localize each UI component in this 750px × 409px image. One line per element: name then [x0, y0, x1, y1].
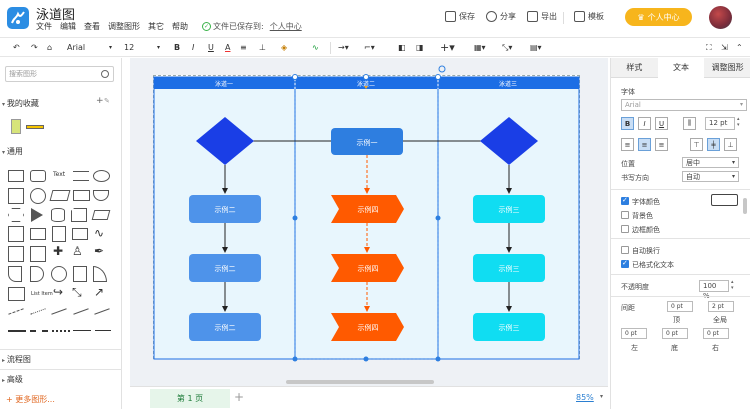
node-mid-1-label: 示例四 [358, 205, 379, 214]
spacing-left-label: 左 [631, 344, 638, 352]
direction-select[interactable]: 自动 ▾ [682, 171, 739, 182]
direction-value: 自动 [686, 173, 700, 181]
page-bar: 第 1 页 + 85% ▾ [130, 386, 608, 409]
chevron-down-icon: ▾ [739, 101, 743, 108]
font-color-swatch[interactable] [711, 194, 738, 206]
node-left-2-label: 示例二 [215, 264, 236, 273]
rotate-handle[interactable] [438, 65, 446, 73]
chevron-down-icon: ▾ [731, 173, 735, 180]
divider [611, 296, 750, 297]
lane-1-title[interactable]: 泳道一 [215, 80, 233, 88]
resize-handle[interactable] [435, 74, 441, 80]
align-left-button[interactable]: ≡ [621, 138, 634, 151]
align-center-button[interactable]: ≡ [638, 138, 651, 151]
page-tab-1[interactable]: 第 1 页 [150, 389, 230, 408]
position-value: 居中 [686, 159, 700, 167]
align-right-button[interactable]: ≡ [655, 138, 668, 151]
resize-handle[interactable] [292, 74, 298, 80]
stepper-icon[interactable]: ▴ ▾ [737, 116, 740, 128]
spacing-global-label: 全局 [713, 316, 727, 324]
auto-wrap-checkbox[interactable] [621, 246, 629, 254]
valign-top-button[interactable]: ⊤ [690, 138, 703, 151]
app-window: 泳道图 文件 编辑 查看 调整图形 其它 帮助 ✓ 文件已保存到: 个人中心 保… [0, 0, 750, 409]
node-left-3-label: 示例二 [215, 323, 236, 332]
spacing-top-input[interactable]: 0 pt [667, 301, 693, 312]
resize-handle[interactable] [363, 356, 369, 362]
font-color-checkbox[interactable] [621, 196, 629, 205]
chevron-down-icon[interactable]: ▾ [600, 393, 603, 400]
node-right-1-label: 示例三 [499, 205, 520, 214]
zoom-level[interactable]: 85% [576, 393, 594, 402]
valign-bottom-button[interactable]: ⊥ [724, 138, 737, 151]
opacity-input[interactable]: 100 % [699, 280, 729, 300]
stepper-icon[interactable]: ▴ ▾ [731, 279, 734, 291]
spacing-top-label: 顶 [673, 316, 680, 324]
chevron-down-icon: ▾ [731, 159, 735, 166]
spacing-bottom-input[interactable]: 0 pt [662, 328, 688, 339]
background-color-label: 背景色 [632, 212, 653, 220]
direction-label: 书写方向 [621, 174, 649, 182]
formatted-text-checkbox[interactable] [621, 259, 629, 268]
node-mid-3-label: 示例四 [358, 323, 379, 332]
divider [611, 189, 750, 190]
spacing-right-label: 右 [712, 344, 719, 352]
node-right-2-label: 示例三 [499, 264, 520, 273]
underline-button[interactable]: U [655, 117, 668, 130]
add-page-icon[interactable]: + [234, 390, 244, 404]
resize-handle[interactable] [292, 215, 298, 221]
tab-style[interactable]: 样式 [611, 58, 658, 78]
tab-adjust-shape[interactable]: 调整图形 [704, 58, 750, 78]
lane-3-title[interactable]: 泳道三 [499, 80, 517, 88]
bold-button[interactable]: B [621, 117, 634, 130]
node-right-3-label: 示例三 [499, 323, 520, 332]
properties-panel: 样式 文本 调整图形 字体 Arial ▾ B I U ⫼ 12 pt ▴ ▾ ≡… [610, 58, 750, 409]
background-color-checkbox[interactable] [621, 211, 629, 219]
spacing-bottom-label: 底 [671, 344, 678, 352]
spacing-left-input[interactable]: 0 pt [621, 328, 647, 339]
horizontal-scrollbar[interactable] [286, 380, 434, 384]
node-left-1-label: 示例二 [215, 205, 236, 214]
resize-handle[interactable] [435, 356, 441, 362]
position-label: 位置 [621, 160, 635, 168]
vertical-text-button[interactable]: ⫼ [683, 117, 696, 130]
resize-handle[interactable] [435, 215, 441, 221]
panel-scrollbar[interactable] [743, 198, 747, 214]
font-color-label: 字体颜色 [632, 198, 660, 206]
font-section-label: 字体 [621, 88, 635, 96]
node-example-1-label: 示例一 [357, 138, 378, 147]
font-size-input[interactable]: 12 pt [705, 117, 735, 130]
spacing-label: 间距 [621, 304, 635, 312]
node-mid-2-label: 示例四 [358, 264, 379, 273]
border-color-checkbox[interactable] [621, 225, 629, 233]
auto-wrap-label: 自动换行 [632, 247, 660, 255]
properties-tabs: 样式 文本 调整图形 [611, 58, 750, 78]
border-color-label: 边框颜色 [632, 226, 660, 234]
font-select[interactable]: Arial ▾ [621, 99, 747, 111]
italic-button[interactable]: I [638, 117, 651, 130]
valign-middle-button[interactable]: ╪ [707, 138, 720, 151]
resize-handle[interactable] [292, 356, 298, 362]
spacing-global-input[interactable]: 2 pt [708, 301, 734, 312]
spacing-right-input[interactable]: 0 pt [703, 328, 729, 339]
opacity-label: 不透明度 [621, 283, 649, 291]
tab-text[interactable]: 文本 [657, 58, 705, 78]
divider [611, 238, 750, 239]
formatted-text-label: 已格式化文本 [632, 261, 674, 269]
font-select-value: Arial [625, 101, 641, 109]
divider [611, 274, 750, 275]
position-select[interactable]: 居中 ▾ [682, 157, 739, 168]
resize-handle[interactable] [363, 74, 369, 80]
